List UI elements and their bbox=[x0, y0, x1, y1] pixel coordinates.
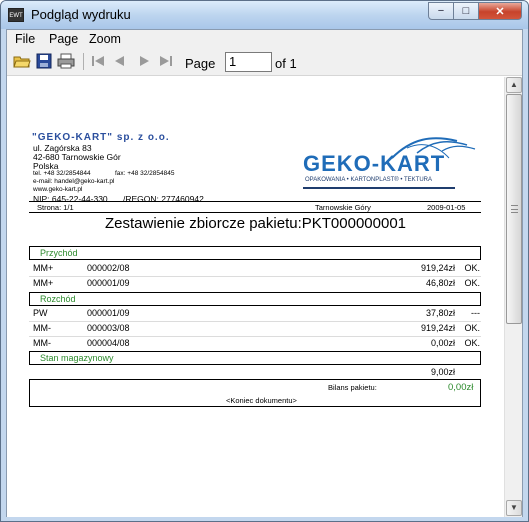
preview-area[interactable]: "GEKO-KART" sp. z o.o. ul. Zagórska 83 4… bbox=[7, 77, 504, 517]
minimize-button[interactable]: − bbox=[428, 2, 454, 20]
window-title: Podgląd wydruku bbox=[31, 7, 131, 22]
section-przychod: Przychód bbox=[29, 246, 481, 260]
row-status: OK. bbox=[464, 278, 480, 288]
page-label: Page bbox=[185, 56, 216, 71]
scroll-up-icon[interactable]: ▲ bbox=[506, 77, 522, 93]
header-rule bbox=[29, 201, 481, 202]
row-type: MM- bbox=[33, 323, 51, 333]
menu-page[interactable]: Page bbox=[49, 32, 78, 46]
scroll-thumb[interactable] bbox=[506, 94, 522, 324]
fax-number: fax: +48 32/2854845 bbox=[115, 170, 175, 177]
row-type: MM+ bbox=[33, 263, 54, 273]
row-amount: 46,80zł bbox=[425, 278, 455, 288]
table-row: MM+ 000001/09 46,80zł OK. bbox=[33, 278, 483, 290]
vertical-scrollbar[interactable]: ▲ ▼ bbox=[504, 77, 522, 517]
regon-number: /REGON: 277460942 bbox=[123, 194, 204, 204]
row-type: MM+ bbox=[33, 278, 54, 288]
row-amount: 919,24zł bbox=[420, 263, 455, 273]
stock-value: 9,00zł bbox=[430, 367, 455, 377]
page-count-label: of 1 bbox=[275, 56, 297, 71]
toolbar: Page 1 of 1 bbox=[7, 48, 522, 76]
row-doc-number: 000001/09 bbox=[87, 308, 130, 318]
row-divider bbox=[29, 276, 481, 277]
client-area: File Page Zoom Page 1 of 1 "GEKO-KART" s… bbox=[6, 29, 523, 517]
previous-page-icon[interactable] bbox=[111, 53, 129, 69]
logo-tagline: OPAKOWANIA • KARTONPLAST® • TEKTURA bbox=[305, 177, 432, 183]
balance-value: 0,00zł bbox=[448, 382, 474, 393]
logo-underline bbox=[303, 187, 455, 189]
end-of-document: <Koniec dokumentu> bbox=[226, 396, 297, 405]
last-page-icon[interactable] bbox=[157, 53, 175, 69]
menu-file[interactable]: File bbox=[15, 32, 35, 46]
row-doc-number: 000004/08 bbox=[87, 338, 130, 348]
table-row: MM- 000003/08 919,24zł OK. bbox=[33, 323, 483, 335]
print-icon[interactable] bbox=[57, 53, 75, 69]
page-number-input[interactable]: 1 bbox=[225, 52, 272, 72]
open-folder-icon[interactable] bbox=[13, 53, 31, 69]
toolbar-separator bbox=[83, 53, 84, 70]
row-status: OK. bbox=[464, 323, 480, 333]
menu-bar: File Page Zoom bbox=[7, 30, 522, 48]
app-icon: EWT bbox=[8, 8, 24, 22]
row-type: PW bbox=[33, 308, 48, 318]
row-amount: 37,80zł bbox=[425, 308, 455, 318]
print-preview-window: EWT Podgląd wydruku − □ ✕ File Page Zoom… bbox=[0, 0, 529, 522]
stock-row: 9,00zł bbox=[33, 367, 483, 379]
row-divider bbox=[29, 321, 481, 322]
header-rule-2 bbox=[29, 212, 481, 213]
company-name: "GEKO-KART" sp. z o.o. bbox=[32, 132, 170, 143]
section-rozchod: Rozchód bbox=[29, 292, 481, 306]
table-row: MM- 000004/08 0,00zł OK. bbox=[33, 338, 483, 350]
row-doc-number: 000002/08 bbox=[87, 263, 130, 273]
next-page-icon[interactable] bbox=[135, 53, 153, 69]
row-amount: 919,24zł bbox=[420, 323, 455, 333]
title-bar[interactable]: EWT Podgląd wydruku − □ ✕ bbox=[1, 1, 528, 29]
table-row: MM+ 000002/08 919,24zł OK. bbox=[33, 263, 483, 275]
menu-zoom[interactable]: Zoom bbox=[89, 32, 121, 46]
row-amount: 0,00zł bbox=[430, 338, 455, 348]
email-address: e-mail: handel@geko-kart.pl bbox=[33, 178, 115, 185]
row-doc-number: 000001/09 bbox=[87, 278, 130, 288]
row-status: OK. bbox=[464, 338, 480, 348]
section-label: Przychód bbox=[40, 248, 78, 258]
phone-number: tel. +48 32/2854844 bbox=[33, 170, 91, 177]
summary-box: Bilans pakietu: 0,00zł <Koniec dokumentu… bbox=[29, 379, 481, 407]
scroll-down-icon[interactable]: ▼ bbox=[506, 500, 522, 516]
save-icon[interactable] bbox=[35, 53, 53, 69]
section-label: Rozchód bbox=[40, 294, 76, 304]
table-row: PW 000001/09 37,80zł --- bbox=[33, 308, 483, 320]
row-type: MM- bbox=[33, 338, 51, 348]
first-page-icon[interactable] bbox=[89, 53, 107, 69]
section-stan-magazynowy: Stan magazynowy bbox=[29, 351, 481, 365]
page-info: Strona: 1/1 bbox=[37, 203, 74, 212]
row-divider bbox=[29, 336, 481, 337]
row-status: OK. bbox=[464, 263, 480, 273]
logo-text: GEKO-KART bbox=[303, 151, 446, 176]
section-label: Stan magazynowy bbox=[40, 353, 114, 363]
balance-label: Bilans pakietu: bbox=[328, 383, 377, 392]
document-page: "GEKO-KART" sp. z o.o. ul. Zagórska 83 4… bbox=[7, 77, 504, 517]
website: www.geko-kart.pl bbox=[33, 186, 83, 193]
document-date: 2009-01-05 bbox=[427, 203, 466, 212]
document-title: Zestawienie zbiorcze pakietu:PKT00000000… bbox=[104, 215, 407, 232]
row-status: --- bbox=[471, 308, 480, 318]
close-button[interactable]: ✕ bbox=[479, 2, 522, 20]
grip-icon bbox=[511, 205, 518, 213]
document-city: Tarnowskie Góry bbox=[315, 203, 371, 212]
maximize-button[interactable]: □ bbox=[454, 2, 479, 20]
row-doc-number: 000003/08 bbox=[87, 323, 130, 333]
